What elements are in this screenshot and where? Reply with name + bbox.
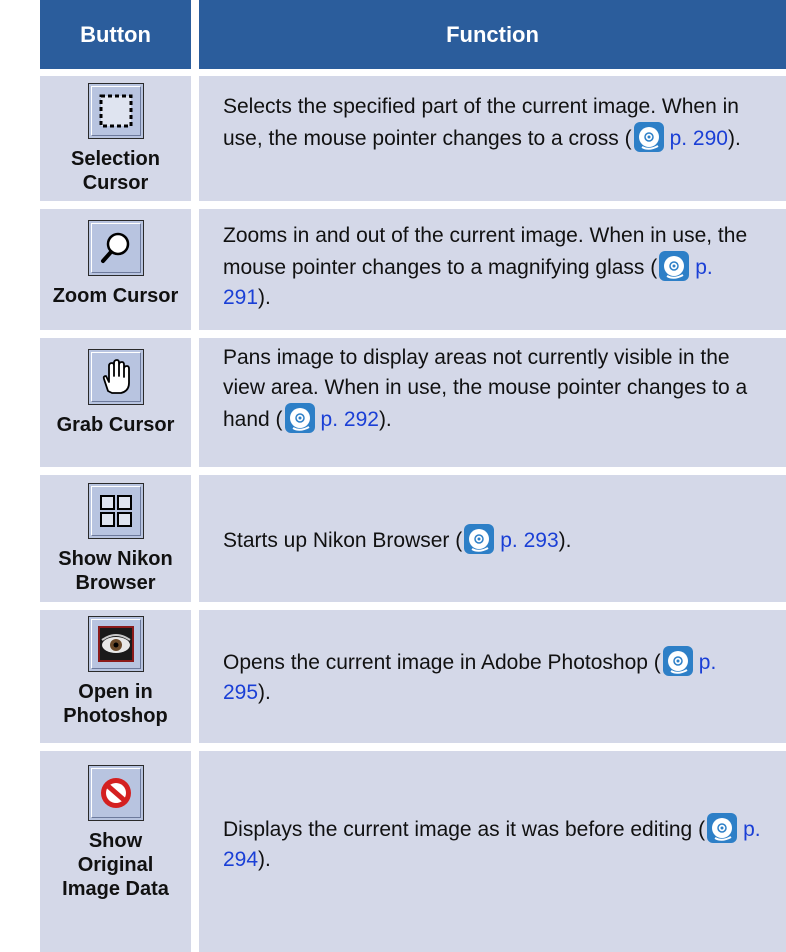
button-cell: Open in Photoshop xyxy=(40,610,191,743)
function-cell: Pans image to display areas not currentl… xyxy=(199,338,786,467)
cd-reference-icon[interactable] xyxy=(662,646,693,676)
button-label: Grab Cursor xyxy=(56,414,175,436)
button-cell: Zoom Cursor xyxy=(40,209,191,330)
column-header-function: Function xyxy=(199,0,786,69)
button-cell: Selection Cursor xyxy=(40,76,191,201)
prohibited-icon[interactable] xyxy=(87,765,144,821)
function-description: Pans image to display areas not currentl… xyxy=(223,346,748,433)
table-row: Show Original Image Data Displays the cu… xyxy=(40,751,786,952)
photoshop-eye-icon[interactable] xyxy=(87,616,144,672)
button-label: Zoom Cursor xyxy=(52,285,179,307)
function-cell: Opens the current image in Adobe Photosh… xyxy=(199,610,786,743)
page-reference-link[interactable]: p. 290 xyxy=(670,127,728,150)
browser-grid-icon[interactable] xyxy=(87,483,144,539)
column-header-button: Button xyxy=(40,0,191,69)
function-description: Zooms in and out of the current image. W… xyxy=(223,224,748,309)
button-label: Show Nikon Browser xyxy=(58,548,173,594)
hand-icon[interactable] xyxy=(87,349,144,405)
cd-reference-icon[interactable] xyxy=(633,122,664,152)
table-row: Open in Photoshop Opens the current imag… xyxy=(40,610,786,743)
magnifier-icon[interactable] xyxy=(87,220,144,276)
button-label: Show Original Image Data xyxy=(62,830,169,900)
button-cell: Show Original Image Data xyxy=(40,751,191,952)
button-label: Selection Cursor xyxy=(71,148,160,194)
function-description: Displays the current image as it was bef… xyxy=(223,813,766,875)
button-label: Open in Photoshop xyxy=(63,681,168,727)
function-cell: Selects the specified part of the curren… xyxy=(199,76,786,201)
function-cell: Zooms in and out of the current image. W… xyxy=(199,209,786,330)
cd-reference-icon[interactable] xyxy=(707,813,738,843)
function-description: Selects the specified part of the curren… xyxy=(223,95,741,152)
page-reference-link[interactable]: p. 293 xyxy=(500,529,558,552)
function-description: Starts up Nikon Browser (p. 293). xyxy=(223,524,766,556)
page-reference-link[interactable]: p. 292 xyxy=(321,408,379,431)
button-cell: Show Nikon Browser xyxy=(40,475,191,602)
function-cell: Displays the current image as it was bef… xyxy=(199,751,786,952)
table-row: Selection Cursor Selects the specified p… xyxy=(40,76,786,201)
selection-marquee-icon[interactable] xyxy=(87,83,144,139)
table-row: Show Nikon Browser Starts up Nikon Brows… xyxy=(40,475,786,602)
table-row: Grab Cursor Pans image to display areas … xyxy=(40,338,786,467)
cd-reference-icon[interactable] xyxy=(464,524,495,554)
table-row: Zoom Cursor Zooms in and out of the curr… xyxy=(40,209,786,330)
button-cell: Grab Cursor xyxy=(40,338,191,467)
cd-reference-icon[interactable] xyxy=(284,403,315,433)
function-cell: Starts up Nikon Browser (p. 293). xyxy=(199,475,786,602)
function-description: Opens the current image in Adobe Photosh… xyxy=(223,646,766,708)
cd-reference-icon[interactable] xyxy=(659,251,690,281)
